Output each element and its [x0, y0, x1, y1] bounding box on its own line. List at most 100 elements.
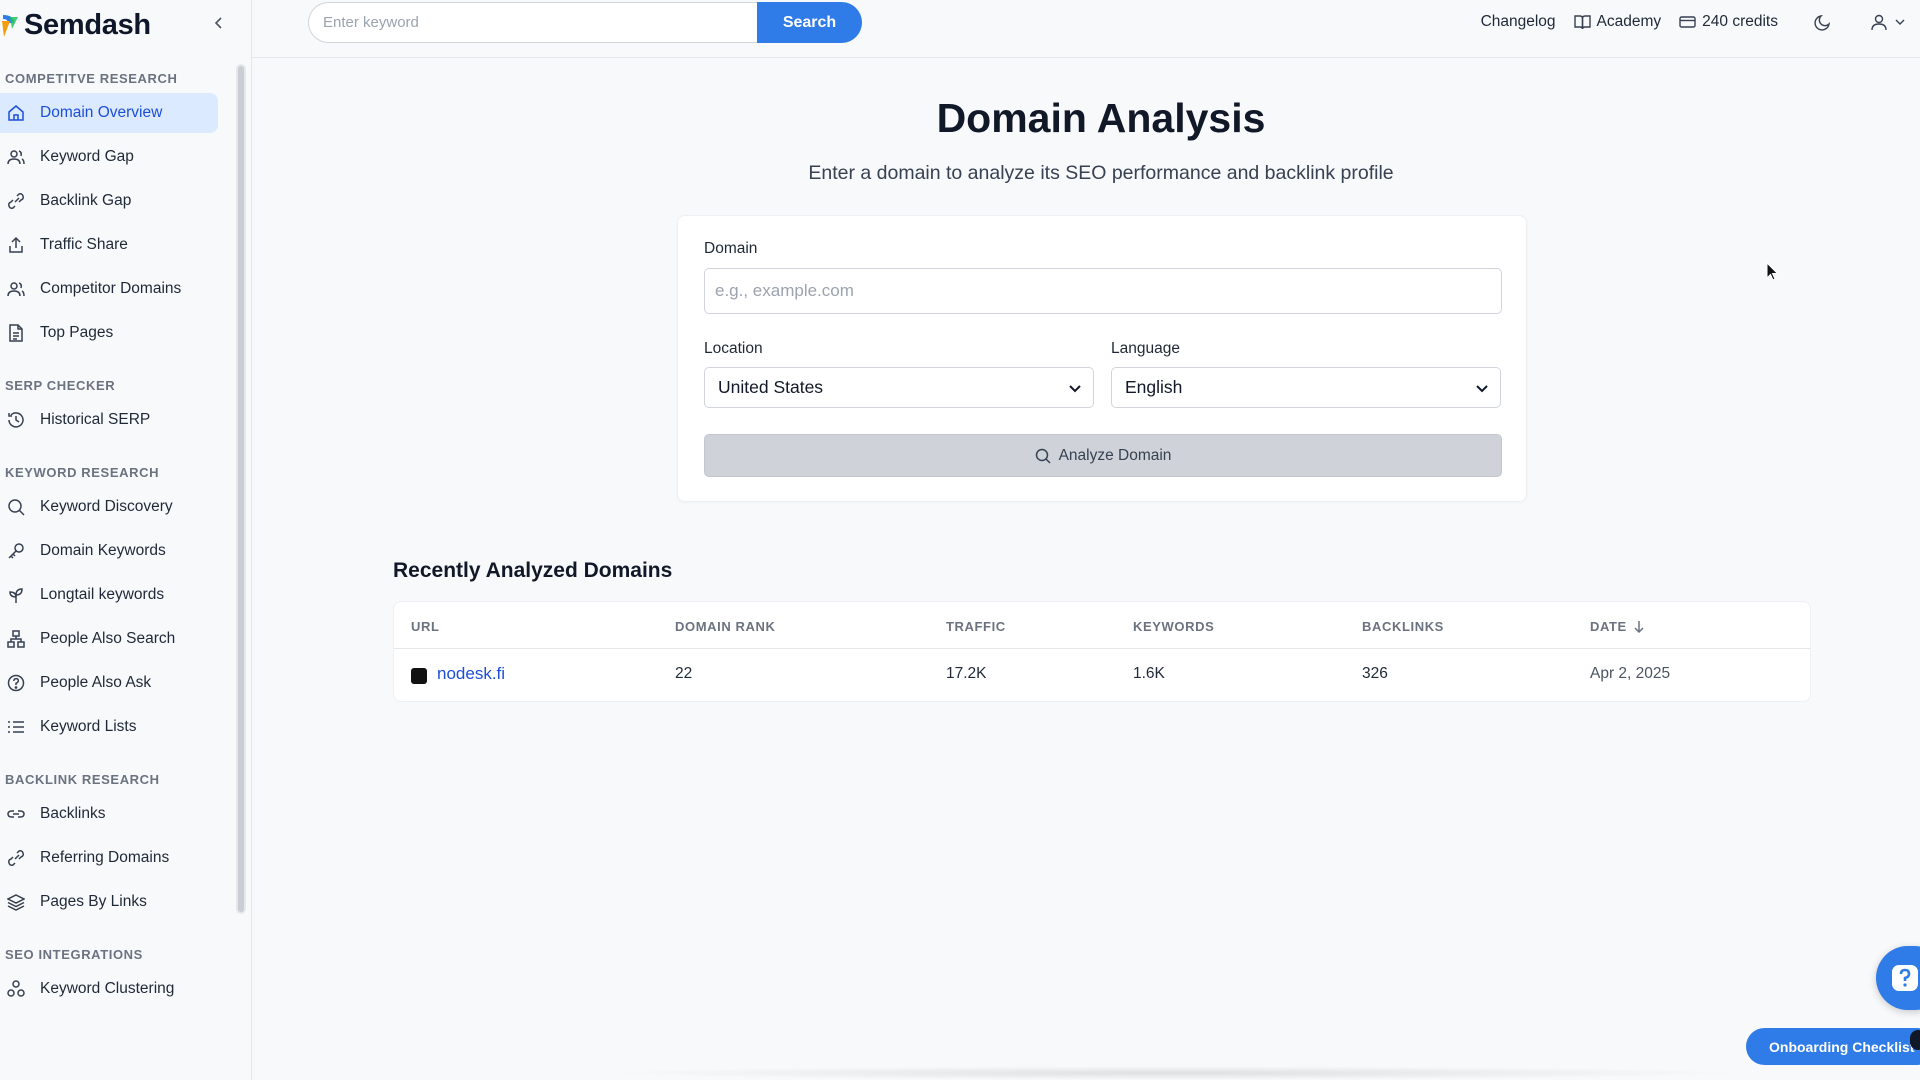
cluster-icon: [5, 978, 27, 1000]
section-title-serp-checker: SERP CHECKER: [5, 378, 116, 393]
domain-input[interactable]: [704, 268, 1502, 314]
sidebar-item-keyword-discovery[interactable]: Keyword Discovery: [0, 487, 218, 527]
help-circle-icon: [5, 672, 27, 694]
location-label: Location: [704, 340, 763, 357]
search-icon: [1035, 448, 1051, 464]
table-row[interactable]: nodesk.fi 22 17.2K 1.6K 326 Apr 2, 2025: [394, 649, 1810, 701]
home-icon: [5, 102, 27, 124]
users-icon: [5, 146, 27, 168]
domain-analysis-form: Domain Location United States Language E…: [677, 215, 1527, 502]
column-header-keywords[interactable]: KEYWORDS: [1133, 619, 1214, 634]
changelog-link[interactable]: Changelog: [1481, 13, 1556, 31]
sidebar-item-label: Historical SERP: [40, 411, 151, 428]
section-title-seo-integrations: SEO INTEGRATIONS: [5, 947, 143, 962]
sidebar-item-longtail-keywords[interactable]: Longtail keywords: [0, 575, 218, 615]
search-button[interactable]: Search: [757, 2, 862, 43]
user-menu-button[interactable]: [1870, 13, 1912, 31]
credits-link[interactable]: 240 credits: [1679, 13, 1778, 31]
layers-icon: [5, 891, 27, 913]
sidebar-item-domain-overview[interactable]: Domain Overview: [0, 93, 218, 133]
sidebar-item-label: Domain Keywords: [40, 542, 166, 559]
sidebar-item-historical-serp[interactable]: Historical SERP: [0, 400, 218, 440]
language-select[interactable]: English: [1111, 367, 1501, 408]
logo-icon: [2, 15, 18, 37]
sidebar-item-label: Keyword Clustering: [40, 980, 175, 997]
academy-link[interactable]: Academy: [1573, 13, 1662, 31]
keyword-search: Search: [308, 2, 862, 43]
sidebar-item-label: Keyword Discovery: [40, 498, 173, 515]
share-icon: [5, 234, 27, 256]
column-header-traffic[interactable]: TRAFFIC: [946, 619, 1006, 634]
sidebar-item-backlinks[interactable]: Backlinks: [0, 794, 218, 834]
domain-rank-cell: 22: [675, 665, 693, 682]
history-icon: [5, 409, 27, 431]
mouse-cursor-icon: [1766, 262, 1779, 281]
sidebar-item-label: Keyword Gap: [40, 148, 134, 165]
sidebar-item-keyword-gap[interactable]: Keyword Gap: [0, 137, 218, 177]
chevron-down-icon: [1476, 385, 1488, 393]
onboarding-checklist-button[interactable]: Onboarding Checklist: [1746, 1028, 1920, 1065]
location-value: United States: [718, 377, 824, 397]
bottom-shadow: [600, 1066, 1750, 1080]
sidebar-item-traffic-share[interactable]: Traffic Share: [0, 225, 218, 265]
location-select[interactable]: United States: [704, 367, 1094, 408]
analyze-domain-label: Analyze Domain: [1058, 446, 1172, 464]
list-icon: [5, 716, 27, 738]
sidebar-item-referring-domains[interactable]: Referring Domains: [0, 838, 218, 878]
language-value: English: [1125, 377, 1183, 397]
sidebar-item-label: Backlinks: [40, 805, 106, 822]
sidebar-item-people-also-ask[interactable]: People Also Ask: [0, 663, 218, 703]
collapse-sidebar-button[interactable]: [208, 12, 230, 34]
backlinks-cell: 326: [1362, 665, 1388, 682]
sidebar-item-top-pages[interactable]: Top Pages: [0, 313, 218, 353]
link-icon: [5, 190, 27, 212]
academy-label: Academy: [1596, 13, 1662, 30]
onboarding-badge: [1910, 1030, 1920, 1050]
table-header: URL DOMAIN RANK TRAFFIC KEYWORDS BACKLIN…: [394, 602, 1810, 649]
domain-link[interactable]: nodesk.fi: [437, 664, 505, 684]
column-header-date-label: DATE: [1590, 619, 1627, 634]
sidebar-item-label: Keyword Lists: [40, 718, 137, 735]
onboarding-checklist-label: Onboarding Checklist: [1769, 1038, 1915, 1055]
section-title-backlink-research: BACKLINK RESEARCH: [5, 772, 160, 787]
sidebar-nav: COMPETITVE RESEARCH Domain Overview Keyw…: [0, 70, 218, 1013]
sidebar-item-domain-keywords[interactable]: Domain Keywords: [0, 531, 218, 571]
sidebar-item-keyword-lists[interactable]: Keyword Lists: [0, 707, 218, 747]
main-content: Domain Analysis Enter a domain to analyz…: [252, 59, 1920, 1080]
link-icon: [5, 803, 27, 825]
section-title-competitive-research: COMPETITVE RESEARCH: [5, 71, 178, 86]
column-header-date[interactable]: DATE: [1590, 619, 1645, 634]
brand-logo[interactable]: Semdash: [0, 8, 151, 42]
column-header-url[interactable]: URL: [411, 619, 440, 634]
moon-icon: [1814, 14, 1831, 31]
theme-toggle-button[interactable]: [1814, 13, 1838, 31]
sidebar-item-label: Domain Overview: [40, 104, 163, 121]
sidebar-item-label: People Also Search: [40, 630, 176, 647]
sidebar-item-label: Competitor Domains: [40, 280, 182, 297]
sidebar-item-label: Referring Domains: [40, 849, 170, 866]
sidebar-item-keyword-clustering[interactable]: Keyword Clustering: [0, 969, 218, 1009]
site-favicon-icon: [411, 668, 427, 684]
sidebar-item-label: Longtail keywords: [40, 586, 165, 603]
arrow-down-icon: [1634, 621, 1644, 633]
sidebar-item-pages-by-links[interactable]: Pages By Links: [0, 882, 218, 922]
sidebar-item-competitor-domains[interactable]: Competitor Domains: [0, 269, 218, 309]
language-label: Language: [1111, 340, 1180, 357]
sidebar-item-people-also-search[interactable]: People Also Search: [0, 619, 218, 659]
help-chat-icon: [1892, 965, 1918, 991]
column-header-domain-rank[interactable]: DOMAIN RANK: [675, 619, 775, 634]
column-header-backlinks[interactable]: BACKLINKS: [1362, 619, 1444, 634]
keyword-search-input[interactable]: [308, 2, 757, 43]
link-icon: [5, 847, 27, 869]
sidebar-item-backlink-gap[interactable]: Backlink Gap: [0, 181, 218, 221]
domain-label: Domain: [704, 240, 758, 257]
chevron-down-icon: [1069, 385, 1081, 393]
file-icon: [5, 322, 27, 344]
page-subtitle: Enter a domain to analyze its SEO perfor…: [808, 162, 1394, 184]
traffic-cell: 17.2K: [946, 665, 987, 682]
brand-name: Semdash: [24, 8, 151, 41]
sidebar-scrollbar-thumb[interactable]: [238, 66, 244, 912]
user-icon: [1871, 14, 1887, 31]
recent-domains-table: URL DOMAIN RANK TRAFFIC KEYWORDS BACKLIN…: [393, 601, 1811, 702]
analyze-domain-button[interactable]: Analyze Domain: [704, 434, 1502, 477]
